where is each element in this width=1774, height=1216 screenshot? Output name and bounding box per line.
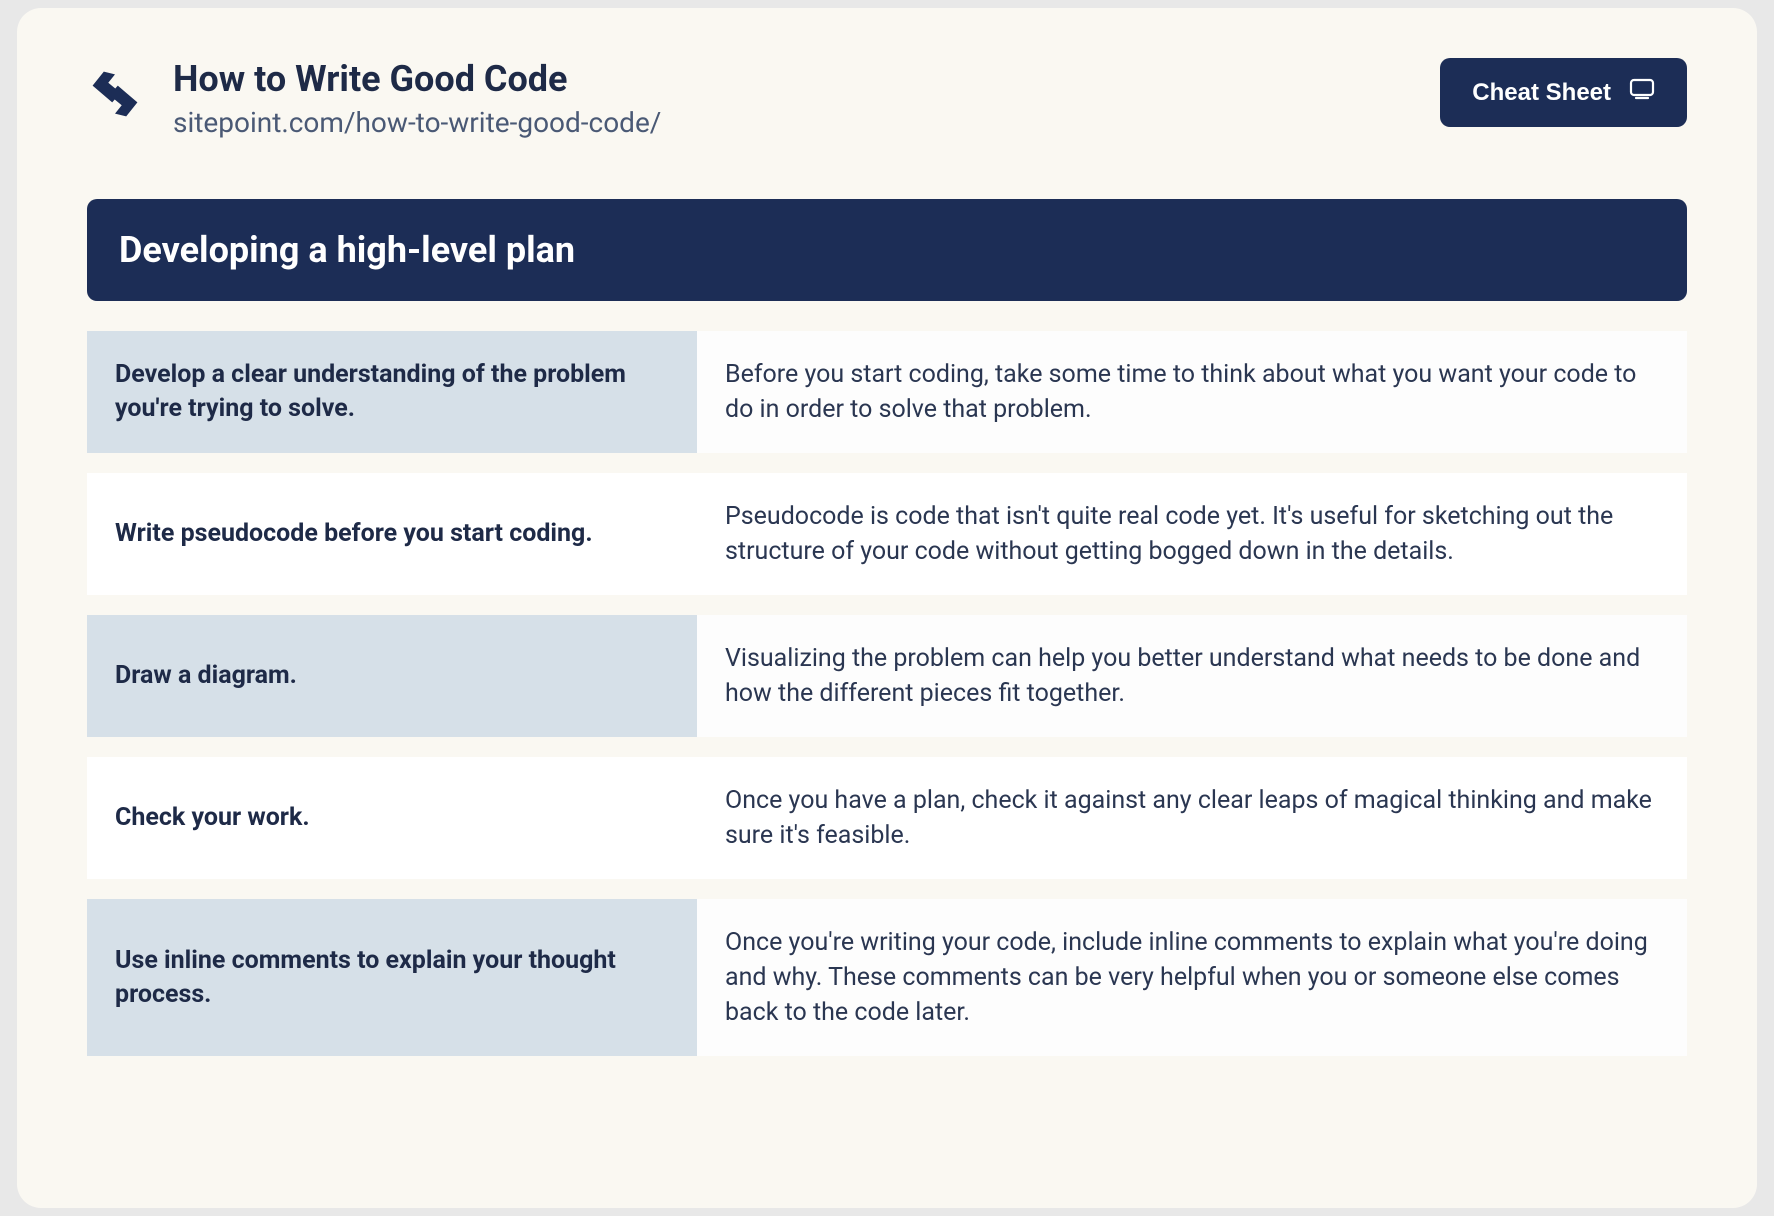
- section-heading: Developing a high-level plan: [87, 199, 1687, 301]
- page-url: sitepoint.com/how-to-write-good-code/: [173, 106, 661, 139]
- table-row: Write pseudocode before you start coding…: [87, 473, 1687, 595]
- monitor-icon: [1629, 78, 1655, 107]
- row-term: Check your work.: [87, 757, 697, 879]
- header-left: How to Write Good Code sitepoint.com/how…: [87, 58, 661, 139]
- table-row: Check your work. Once you have a plan, c…: [87, 757, 1687, 879]
- cheat-sheet-button[interactable]: Cheat Sheet: [1440, 58, 1687, 127]
- title-block: How to Write Good Code sitepoint.com/how…: [173, 58, 661, 139]
- table-row: Use inline comments to explain your thou…: [87, 899, 1687, 1056]
- row-desc: Once you're writing your code, include i…: [697, 899, 1687, 1056]
- cheat-sheet-card: How to Write Good Code sitepoint.com/how…: [17, 8, 1757, 1208]
- row-desc: Once you have a plan, check it against a…: [697, 757, 1687, 879]
- row-desc: Visualizing the problem can help you bet…: [697, 615, 1687, 737]
- table-row: Draw a diagram. Visualizing the problem …: [87, 615, 1687, 737]
- table-row: Develop a clear understanding of the pro…: [87, 331, 1687, 453]
- row-desc: Before you start coding, take some time …: [697, 331, 1687, 453]
- row-desc: Pseudocode is code that isn't quite real…: [697, 473, 1687, 595]
- sitepoint-logo-icon: [87, 66, 143, 122]
- page-title: How to Write Good Code: [173, 58, 661, 100]
- row-term: Develop a clear understanding of the pro…: [87, 331, 697, 453]
- row-term: Write pseudocode before you start coding…: [87, 473, 697, 595]
- row-term: Draw a diagram.: [87, 615, 697, 737]
- row-term: Use inline comments to explain your thou…: [87, 899, 697, 1056]
- cheat-sheet-button-label: Cheat Sheet: [1472, 79, 1611, 107]
- header: How to Write Good Code sitepoint.com/how…: [87, 58, 1687, 139]
